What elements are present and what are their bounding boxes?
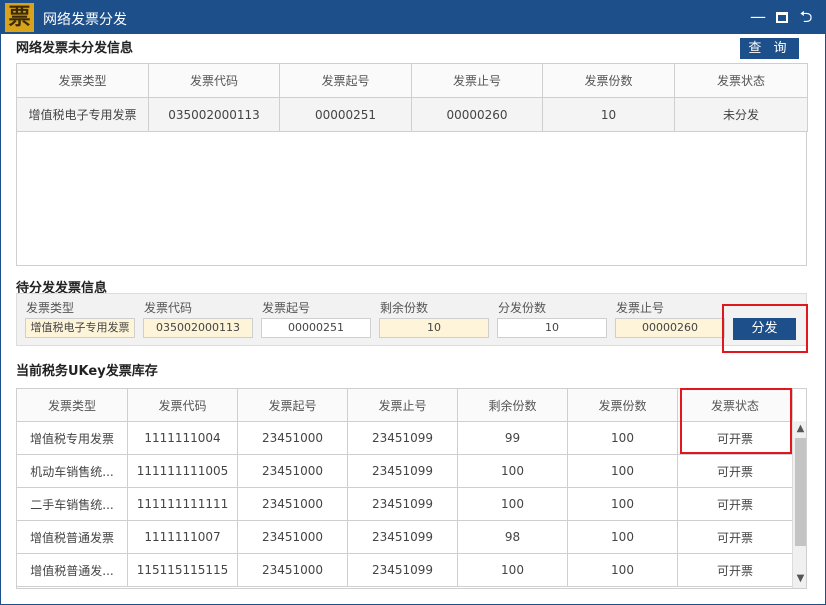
cell-status: 可开票 [677,487,793,521]
field-label-end-number: 发票止号 [616,301,665,315]
cell-end-number: 23451099 [347,553,458,587]
cell-start-number: 00000251 [279,97,412,132]
cell-invoice-code: 1111111004 [127,421,238,455]
vertical-scrollbar[interactable]: ▲ ▼ [792,421,806,588]
start-number-field[interactable]: 00000251 [261,318,371,338]
cell-end-number: 00000260 [411,97,543,132]
cell-count: 100 [567,520,678,554]
field-label-remaining-count: 剩余份数 [380,301,429,315]
undistributed-table: 发票类型 发票代码 发票起号 发票止号 发票份数 发票状态 增值税电子专用发票 … [16,63,808,132]
cell-remaining: 100 [457,553,568,587]
cell-count: 10 [542,97,675,132]
status-column-highlight [680,388,792,454]
cell-remaining: 100 [457,454,568,488]
cell-status: 可开票 [677,454,793,488]
table-header-row: 发票类型 发票代码 发票起号 发票止号 剩余份数 发票份数 发票状态 [17,389,793,422]
maximize-icon [776,12,788,23]
minimize-button[interactable]: — [747,4,769,30]
cell-invoice-type: 增值税普通发票 [17,520,128,554]
undistributed-table-panel: 发票类型 发票代码 发票起号 发票止号 发票份数 发票状态 增值税电子专用发票 … [16,63,808,266]
field-label-invoice-type: 发票类型 [26,301,75,315]
pending-form-panel: 发票类型 增值税电子专用发票 发票代码 035002000113 发票起号 00… [16,293,807,346]
cell-count: 100 [567,553,678,587]
scroll-up-arrow-icon[interactable]: ▲ [793,421,806,437]
cell-count: 100 [567,421,678,455]
cell-invoice-code: 115115115115 [127,553,238,587]
table-row[interactable]: 增值税电子专用发票 035002000113 00000251 00000260… [16,97,808,132]
column-header[interactable]: 发票份数 [567,389,678,422]
scroll-down-arrow-icon[interactable]: ▼ [793,571,806,587]
invoice-code-field[interactable]: 035002000113 [143,318,253,338]
cell-end-number: 23451099 [347,520,458,554]
cell-invoice-code: 035002000113 [148,97,280,132]
inventory-section-title: 当前税务UKey发票库存 [16,364,158,379]
table-header-row: 发票类型 发票代码 发票起号 发票止号 发票份数 发票状态 [16,63,808,98]
invoice-type-field[interactable]: 增值税电子专用发票 [25,318,135,338]
cell-invoice-code: 1111111007 [127,520,238,554]
column-header[interactable]: 剩余份数 [457,389,568,422]
column-header[interactable]: 发票止号 [411,63,543,98]
table-row[interactable]: 增值税专用发票 1111111004 23451000 23451099 99 … [17,421,793,455]
cell-end-number: 23451099 [347,421,458,455]
cell-invoice-type: 二手车销售统... [17,487,128,521]
field-label-start-number: 发票起号 [262,301,311,315]
table-row[interactable]: 二手车销售统... 111111111111 23451000 23451099… [17,487,793,521]
distribute-button-highlight [722,304,808,353]
field-label-invoice-code: 发票代码 [144,301,193,315]
cell-start-number: 23451000 [237,553,348,587]
cell-remaining: 100 [457,487,568,521]
cell-end-number: 23451099 [347,487,458,521]
column-header[interactable]: 发票代码 [127,389,238,422]
table-row[interactable]: 机动车销售统... 111111111005 23451000 23451099… [17,454,793,488]
inventory-table: 发票类型 发票代码 发票起号 发票止号 剩余份数 发票份数 发票状态 增值税专用… [17,389,793,587]
cell-status: 可开票 [677,553,793,587]
return-button[interactable]: ⮌ [795,4,817,30]
column-header[interactable]: 发票起号 [237,389,348,422]
cell-count: 100 [567,487,678,521]
column-header[interactable]: 发票起号 [279,63,412,98]
cell-start-number: 23451000 [237,454,348,488]
cell-start-number: 23451000 [237,487,348,521]
title-bar: 票 网络发票分发 — ⮌ [1,1,825,34]
cell-remaining: 98 [457,520,568,554]
cell-invoice-type: 增值税专用发票 [17,421,128,455]
table-row[interactable]: 增值税普通发票 1111111007 23451000 23451099 98 … [17,520,793,554]
cell-invoice-type: 机动车销售统... [17,454,128,488]
query-button[interactable]: 查 询 [740,38,799,59]
column-header[interactable]: 发票止号 [347,389,458,422]
cell-start-number: 23451000 [237,421,348,455]
column-header[interactable]: 发票类型 [17,389,128,422]
remaining-count-field[interactable]: 10 [379,318,489,338]
column-header[interactable]: 发票状态 [674,63,808,98]
table-row[interactable]: 增值税普通发... 115115115115 23451000 23451099… [17,553,793,587]
cell-end-number: 23451099 [347,454,458,488]
cell-invoice-code: 111111111111 [127,487,238,521]
column-header[interactable]: 发票代码 [148,63,280,98]
undistributed-section-title: 网络发票未分发信息 [16,41,134,56]
maximize-button[interactable] [771,4,793,30]
cell-invoice-type: 增值税电子专用发票 [16,97,149,132]
cell-status: 可开票 [677,520,793,554]
cell-remaining: 99 [457,421,568,455]
field-label-distribute-count: 分发份数 [498,301,547,315]
distribute-count-field[interactable]: 10 [497,318,607,338]
cell-count: 100 [567,454,678,488]
cell-status: 未分发 [674,97,808,132]
end-number-field[interactable]: 00000260 [615,318,725,338]
column-header[interactable]: 发票份数 [542,63,675,98]
invoice-logo-icon: 票 [5,3,34,32]
cell-start-number: 23451000 [237,520,348,554]
column-header[interactable]: 发票类型 [16,63,149,98]
cell-invoice-code: 111111111005 [127,454,238,488]
invoice-distribution-window: 票 网络发票分发 — ⮌ 网络发票未分发信息 查 询 发票类型 发票代码 发票起… [0,0,826,605]
cell-invoice-type: 增值税普通发... [17,553,128,587]
scrollbar-thumb[interactable] [795,438,806,546]
window-title: 网络发票分发 [43,12,127,28]
